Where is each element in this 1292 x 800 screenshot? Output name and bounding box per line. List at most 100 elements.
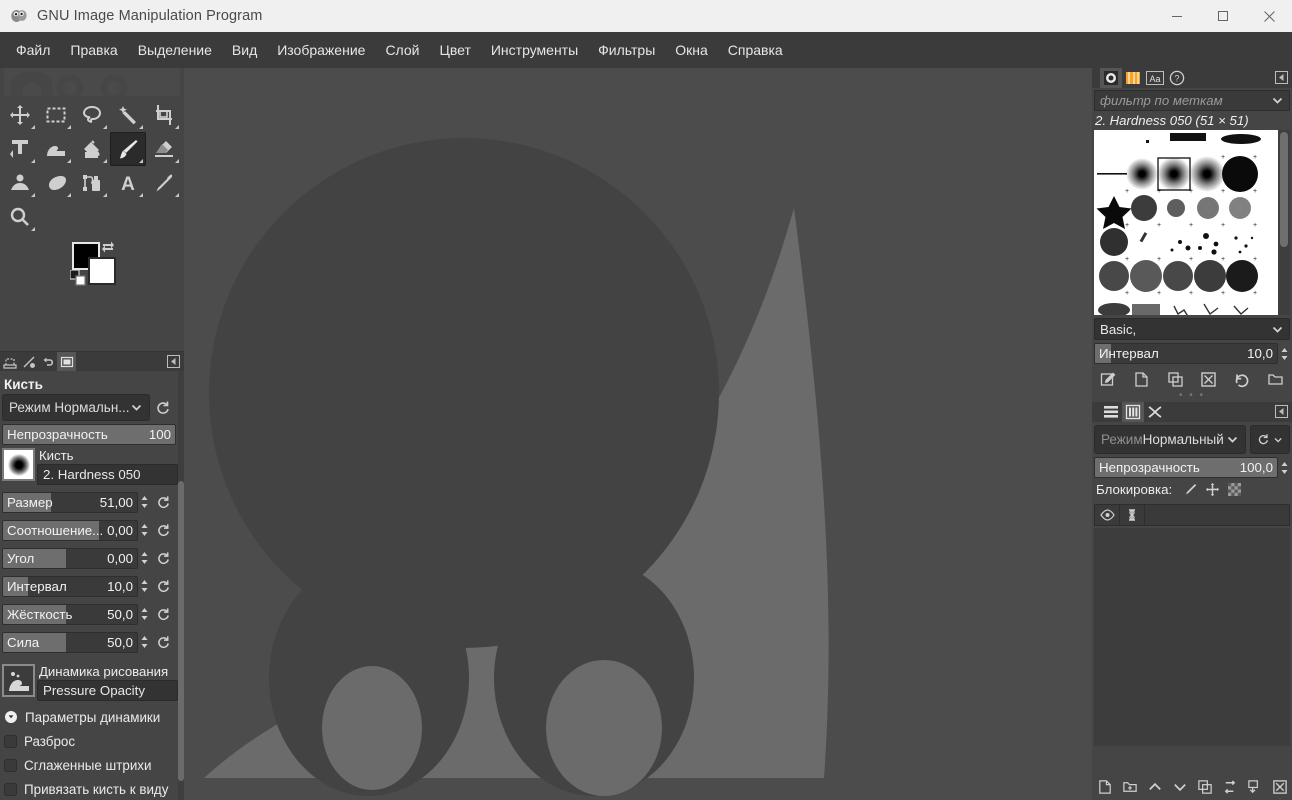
layer-mode-combo[interactable]: Режим Нормальный — [1094, 425, 1246, 454]
paths-tool-icon[interactable] — [74, 166, 110, 200]
aspect-stepper[interactable] — [139, 522, 150, 538]
spacing-stepper[interactable] — [139, 578, 150, 594]
size-stepper[interactable] — [139, 494, 150, 510]
dynamics-thumbnail-icon[interactable] — [2, 664, 35, 697]
dock-resize-grip[interactable]: • • • — [1092, 391, 1292, 401]
lock-pixels-button[interactable] — [1179, 480, 1201, 498]
device-status-tab-icon[interactable] — [19, 352, 38, 371]
new-brush-button[interactable] — [1125, 371, 1158, 388]
hardness-stepper[interactable] — [139, 606, 150, 622]
undo-history-tab-icon[interactable] — [38, 352, 57, 371]
scrollbar-thumb[interactable] — [1280, 132, 1288, 247]
lock-alpha-button[interactable] — [1223, 480, 1245, 498]
brush-thumbnail-icon[interactable] — [2, 448, 35, 481]
reset-angle-button[interactable] — [150, 545, 176, 571]
help-tab-icon[interactable]: ? — [1166, 68, 1188, 88]
paths-tab-icon[interactable] — [1144, 402, 1166, 422]
layers-tab-icon[interactable] — [1100, 402, 1122, 422]
lock-position-button[interactable] — [1201, 480, 1223, 498]
rectangle-select-tool-icon[interactable] — [38, 98, 74, 132]
lock-brush-to-view-checkbox[interactable]: Привязать кисть к виду — [0, 777, 178, 800]
size-slider[interactable]: Размер 51,00 — [2, 491, 138, 513]
menu-view[interactable]: Вид — [222, 36, 267, 64]
menu-filters[interactable]: Фильтры — [588, 36, 665, 64]
delete-brush-button[interactable] — [1192, 371, 1225, 388]
paint-mode-combo[interactable]: Режим Нормальн... — [2, 394, 150, 421]
spacing-slider[interactable]: Интервал 10,0 — [2, 575, 138, 597]
dynamics-name-field[interactable]: Pressure Opacity — [37, 680, 178, 701]
reset-spacing-button[interactable] — [150, 573, 176, 599]
bucket-fill-tool-icon[interactable] — [74, 132, 110, 166]
smudge-tool-icon[interactable] — [2, 166, 38, 200]
duplicate-layer-button[interactable] — [1192, 774, 1217, 800]
menu-image[interactable]: Изображение — [267, 36, 375, 64]
anchor-layer-button[interactable] — [1217, 774, 1242, 800]
menu-windows[interactable]: Окна — [665, 36, 718, 64]
eraser-tool-icon[interactable] — [146, 132, 182, 166]
reset-size-button[interactable] — [150, 489, 176, 515]
layer-opacity-stepper[interactable] — [1279, 460, 1290, 476]
background-color-swatch[interactable] — [88, 257, 116, 285]
canvas-area[interactable] — [184, 68, 1092, 800]
brush-grid[interactable]: + + + + + + + + + + + + + + + + + + + + + + — [1094, 130, 1278, 315]
brush-name-field[interactable]: 2. Hardness 050 — [37, 464, 178, 485]
minimize-button[interactable] — [1154, 0, 1200, 32]
brush-tag-filter[interactable]: фильтр по меткам — [1094, 90, 1290, 111]
reset-force-button[interactable] — [150, 629, 176, 655]
maximize-button[interactable] — [1200, 0, 1246, 32]
reset-hardness-button[interactable] — [150, 601, 176, 627]
color-picker-tool-icon[interactable] — [146, 166, 182, 200]
menu-edit[interactable]: Правка — [60, 36, 127, 64]
smooth-stroke-checkbox[interactable]: Сглаженные штрихи — [0, 753, 178, 777]
reset-colors-icon[interactable] — [69, 269, 86, 289]
menu-color[interactable]: Цвет — [429, 36, 480, 64]
clone-tool-icon[interactable] — [38, 132, 74, 166]
menu-file[interactable]: Файл — [6, 36, 60, 64]
brush-spacing-slider[interactable]: Интервал 10,0 — [1094, 343, 1278, 364]
menu-help[interactable]: Справка — [718, 36, 793, 64]
zoom-tool-icon[interactable] — [2, 200, 38, 234]
paintbrush-tool-icon[interactable] — [110, 132, 146, 166]
move-tool-icon[interactable] — [2, 98, 38, 132]
refresh-brushes-button[interactable] — [1225, 371, 1258, 388]
aspect-ratio-slider[interactable]: Соотношение... 0,00 — [2, 519, 138, 541]
layers-list[interactable] — [1094, 528, 1290, 746]
brush-spacing-stepper[interactable] — [1279, 346, 1290, 362]
lower-layer-button[interactable] — [1167, 774, 1192, 800]
tool-options-tab-icon[interactable] — [0, 352, 19, 371]
dock-menu-icon[interactable] — [167, 355, 180, 371]
text-tool-icon[interactable]: A — [110, 166, 146, 200]
free-select-tool-icon[interactable] — [74, 98, 110, 132]
unified-transform-tool-icon[interactable] — [2, 132, 38, 166]
fuzzy-select-tool-icon[interactable] — [110, 98, 146, 132]
fonts-tab-icon[interactable]: Aa — [1144, 68, 1166, 88]
reset-aspect-button[interactable] — [150, 517, 176, 543]
close-button[interactable] — [1246, 0, 1292, 32]
force-stepper[interactable] — [139, 634, 150, 650]
merge-down-button[interactable] — [1242, 774, 1267, 800]
menu-tools[interactable]: Инструменты — [481, 36, 588, 64]
dynamics-options-expander[interactable]: Параметры динамики — [0, 705, 178, 729]
patterns-tab-icon[interactable] — [1122, 68, 1144, 88]
layer-opacity-slider[interactable]: Непрозрачность 100,0 — [1094, 457, 1278, 478]
delete-layer-button[interactable] — [1267, 774, 1292, 800]
brushes-tab-icon[interactable] — [1100, 68, 1122, 88]
edit-brush-button[interactable] — [1092, 371, 1125, 388]
raise-layer-button[interactable] — [1142, 774, 1167, 800]
menu-layer[interactable]: Слой — [375, 36, 429, 64]
angle-stepper[interactable] — [139, 550, 150, 566]
brush-grid-scrollbar[interactable] — [1278, 130, 1290, 315]
new-layer-group-button[interactable] — [1117, 774, 1142, 800]
brush-tag-selector[interactable]: Basic, — [1094, 318, 1290, 340]
open-brush-as-image-button[interactable] — [1259, 371, 1292, 388]
duplicate-brush-button[interactable] — [1159, 371, 1192, 388]
new-layer-button[interactable] — [1092, 774, 1117, 800]
hardness-slider[interactable]: Жёсткость 50,0 — [2, 603, 138, 625]
layer-link-header[interactable] — [1120, 505, 1145, 525]
swap-colors-icon[interactable] — [101, 240, 115, 257]
force-slider[interactable]: Сила 50,0 — [2, 631, 138, 653]
blur-tool-icon[interactable] — [38, 166, 74, 200]
opacity-slider[interactable]: Непрозрачность 100 — [2, 424, 176, 445]
reset-paint-mode-button[interactable] — [150, 395, 176, 421]
blend-space-combo[interactable] — [1250, 425, 1290, 454]
